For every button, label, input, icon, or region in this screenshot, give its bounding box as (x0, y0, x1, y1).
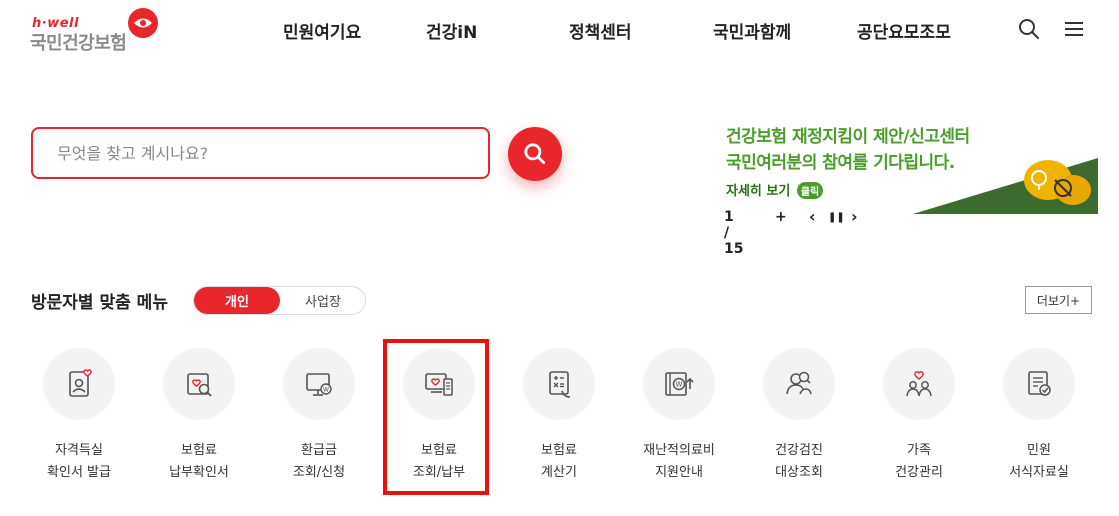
search-icon (524, 143, 546, 165)
menu-label-line2: 납부확인서 (169, 465, 229, 480)
menu-icon-circle: W (283, 348, 355, 420)
menu-label-line1: 환급금 (301, 443, 337, 458)
premium-pay-icon (425, 373, 453, 396)
search-button[interactable] (508, 127, 562, 181)
nav-item-about[interactable]: 공단요모조모 (857, 18, 951, 43)
nav-item-minwon[interactable]: 민원여기요 (283, 18, 361, 43)
menu-label-line1: 민원 (1027, 443, 1051, 458)
banner-link[interactable]: 자세히 보기 클릭 (726, 180, 824, 199)
menu-label-line1: 건강검진 (775, 443, 823, 458)
menu-item-family-health[interactable]: 가족 건강관리 (859, 348, 979, 488)
menu-icon-circle (523, 348, 595, 420)
banner-prev-button[interactable]: ‹ (809, 207, 816, 226)
menu-label: 보험료 계산기 (499, 440, 619, 484)
tab-personal[interactable]: 개인 (194, 287, 280, 314)
menu-label-line2: 계산기 (541, 465, 577, 480)
banner-next-button[interactable]: › (851, 207, 858, 226)
menu-label: 가족 건강관리 (859, 440, 979, 484)
menu-label: 재난적의료비 지원안내 (619, 440, 739, 484)
menu-label-line1: 보험료 (541, 443, 577, 458)
banner-link-label: 자세히 보기 (726, 184, 791, 199)
menu-label-line2: 지원안내 (655, 465, 703, 480)
calculator-icon (549, 371, 571, 398)
menu-label: 건강검진 대상조회 (739, 440, 859, 484)
menu-label-line1: 자격득실 (55, 443, 103, 458)
menu-label-line2: 건강관리 (895, 465, 943, 480)
menu-icon-circle (1003, 348, 1075, 420)
menu-item-premium-payment[interactable]: 보험료 조회/납부 (379, 348, 499, 488)
promo-banner[interactable]: 건강보험 재정지킴이 제안/신고센터 국민여러분의 참여를 기다립니다. 자세히… (718, 118, 1098, 218)
menu-icon-circle (43, 348, 115, 420)
svg-text:W: W (676, 381, 683, 389)
banner-illustration (913, 158, 1098, 214)
menu-item-refund[interactable]: W 환급금 조회/신청 (259, 348, 379, 488)
logo-mark-icon (128, 8, 158, 38)
menu-item-civil-forms[interactable]: 민원 서식자료실 (979, 348, 1099, 488)
search-icon[interactable] (1017, 17, 1041, 41)
menu-icon-circle: W (643, 348, 715, 420)
menu-icon-circle (763, 348, 835, 420)
logo-title: 국민건강보험 (30, 33, 127, 54)
menu-label-line2: 확인서 발급 (47, 465, 111, 480)
menu-icon-circle (883, 348, 955, 420)
menu-label-line1: 보험료 (181, 443, 217, 458)
medical-support-icon: W (665, 372, 694, 396)
document-search-icon (187, 373, 212, 397)
menu-label: 자격득실 확인서 발급 (19, 440, 139, 484)
menu-label-line1: 가족 (907, 443, 931, 458)
menu-label-line1: 보험료 (421, 443, 457, 458)
hamburger-menu-icon[interactable] (1062, 17, 1086, 41)
nav-item-policy[interactable]: 정책센터 (569, 18, 632, 43)
banner-pager: 1 / 15 (724, 209, 744, 257)
more-button[interactable]: 더보기+ (1025, 286, 1092, 314)
visitor-type-toggle: 개인 사업장 (193, 286, 366, 315)
menu-item-catastrophic-medical[interactable]: W 재난적의료비 지원안내 (619, 348, 739, 488)
svg-text:W: W (323, 387, 329, 394)
menu-item-qualification-cert[interactable]: 자격득실 확인서 발급 (19, 348, 139, 488)
search-box (31, 127, 490, 179)
menu-label-line2: 대상조회 (775, 465, 823, 480)
menu-item-health-checkup[interactable]: 건강검진 대상조회 (739, 348, 859, 488)
nav-item-with-people[interactable]: 국민과함께 (713, 18, 791, 43)
section-title: 방문자별 맞춤 메뉴 (31, 293, 168, 313)
menu-icon-circle (403, 348, 475, 420)
menu-label: 보험료 납부확인서 (139, 440, 259, 484)
menu-label: 민원 서식자료실 (979, 440, 1099, 484)
menu-label: 보험료 조회/납부 (379, 440, 499, 484)
search-input[interactable] (33, 129, 488, 177)
menu-item-calculator[interactable]: 보험료 계산기 (499, 348, 619, 488)
family-care-icon (906, 371, 932, 397)
nav-item-health-in[interactable]: 건강iN (426, 18, 477, 43)
menu-label-line2: 조회/납부 (412, 465, 466, 480)
form-document-icon (1028, 371, 1051, 396)
menu-item-payment-confirmation[interactable]: 보험료 납부확인서 (139, 348, 259, 488)
logo[interactable]: h·well 국민건강보험 (30, 6, 170, 56)
menu-label: 환급금 조회/신청 (259, 440, 379, 484)
tab-business[interactable]: 사업장 (280, 287, 366, 314)
menu-icon-circle (163, 348, 235, 420)
banner-click-badge: 클릭 (796, 182, 824, 199)
health-checkup-icon (786, 371, 812, 395)
menu-label-line2: 조회/신청 (292, 465, 346, 480)
banner-pause-button[interactable]: ❚❚ (828, 212, 845, 223)
menu-label-line2: 서식자료실 (1009, 465, 1069, 480)
menu-label-line1: 재난적의료비 (643, 443, 715, 458)
banner-plus-button[interactable]: + (775, 209, 787, 225)
refund-monitor-icon: W (306, 373, 332, 396)
certificate-heart-icon (69, 369, 92, 397)
